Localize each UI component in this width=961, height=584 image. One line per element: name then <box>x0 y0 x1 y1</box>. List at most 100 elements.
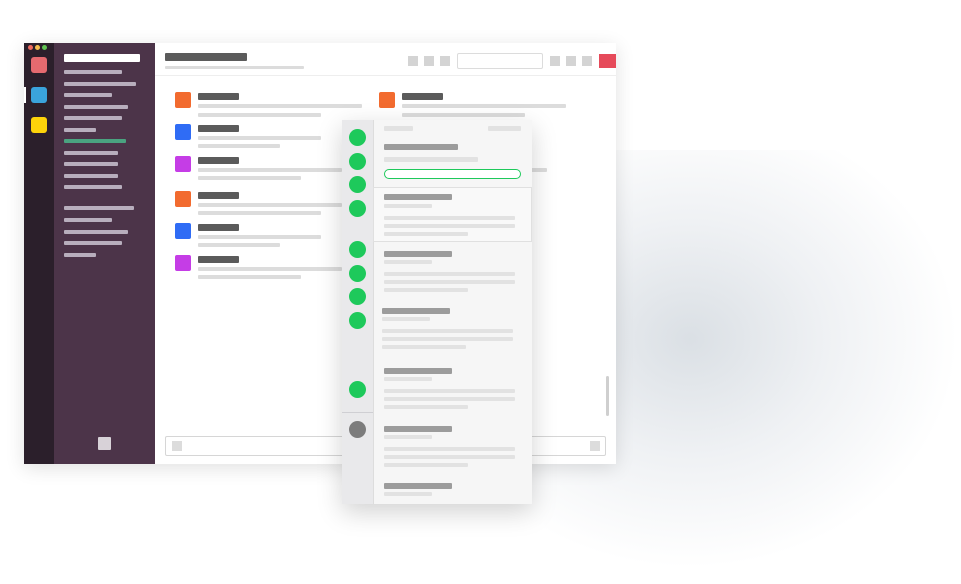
user-name[interactable] <box>384 194 452 200</box>
sidebar-item[interactable] <box>64 105 128 109</box>
minimize-window-dot[interactable] <box>35 45 40 50</box>
message-text <box>198 176 301 180</box>
team-blue[interactable] <box>31 87 47 103</box>
user-name[interactable] <box>384 483 452 489</box>
message-text <box>198 211 321 215</box>
avatar[interactable] <box>175 92 191 108</box>
online-status-icon[interactable] <box>349 265 366 282</box>
emoji-icon[interactable] <box>590 441 600 451</box>
sidebar-item[interactable] <box>64 206 134 210</box>
more-icon[interactable] <box>582 56 592 66</box>
user-detail <box>384 232 468 236</box>
user-name[interactable] <box>384 144 458 150</box>
user-detail <box>384 492 432 496</box>
sidebar-item[interactable] <box>64 151 118 155</box>
message-author[interactable] <box>198 192 239 199</box>
message-author[interactable] <box>198 125 239 132</box>
online-status-icon[interactable] <box>349 241 366 258</box>
sidebar-item[interactable] <box>64 218 112 222</box>
workspace-name[interactable] <box>64 54 140 62</box>
user-detail <box>384 272 515 276</box>
avatar[interactable] <box>175 223 191 239</box>
message-text <box>198 104 362 108</box>
online-status-icon[interactable] <box>349 200 366 217</box>
user-detail <box>384 447 515 451</box>
message-text <box>198 136 321 140</box>
zoom-window-dot[interactable] <box>42 45 47 50</box>
message-text <box>198 168 342 172</box>
online-status-icon[interactable] <box>349 312 366 329</box>
avatar[interactable] <box>175 124 191 140</box>
sidebar-item[interactable] <box>64 116 122 120</box>
user-name[interactable] <box>384 368 452 374</box>
info-icon[interactable] <box>424 56 434 66</box>
mentions-icon[interactable] <box>550 56 560 66</box>
user-detail <box>384 435 432 439</box>
online-status-icon[interactable] <box>349 153 366 170</box>
channel-topic <box>165 66 304 69</box>
status-pill[interactable] <box>384 169 521 179</box>
sidebar-item[interactable] <box>64 185 122 189</box>
message-author[interactable] <box>198 256 239 263</box>
avatar[interactable] <box>175 255 191 271</box>
scrollbar-thumb[interactable] <box>606 376 609 416</box>
sidebar-item[interactable] <box>64 230 128 234</box>
online-status-icon[interactable] <box>349 176 366 193</box>
user-detail <box>382 337 513 341</box>
message-author[interactable] <box>198 157 239 164</box>
user-detail <box>384 260 432 264</box>
team-red[interactable] <box>31 57 47 73</box>
channel-title <box>165 53 247 61</box>
user-detail <box>384 405 468 409</box>
sidebar-item[interactable] <box>64 82 136 86</box>
sidebar-item[interactable] <box>64 128 96 132</box>
sidebar-item[interactable] <box>64 93 112 97</box>
message-text <box>402 104 566 108</box>
team-yellow[interactable] <box>31 117 47 133</box>
presence-rail <box>342 120 374 504</box>
channel-sidebar <box>54 43 155 464</box>
sidebar-item[interactable] <box>64 162 118 166</box>
user-detail <box>384 224 515 228</box>
avatar[interactable] <box>379 92 395 108</box>
user-detail <box>384 455 515 459</box>
message-author[interactable] <box>198 93 239 100</box>
close-icon[interactable] <box>599 54 616 68</box>
panel-header-action[interactable] <box>488 126 521 131</box>
avatar[interactable] <box>175 156 191 172</box>
message-author[interactable] <box>402 93 443 100</box>
sidebar-item[interactable] <box>64 241 122 245</box>
search-input[interactable] <box>457 53 543 69</box>
active-team-indicator <box>24 87 26 103</box>
online-status-icon[interactable] <box>349 381 366 398</box>
online-status-icon[interactable] <box>349 129 366 146</box>
user-name[interactable] <box>384 426 452 432</box>
message-text <box>198 275 301 279</box>
sidebar-item-active[interactable] <box>64 139 126 143</box>
message-author[interactable] <box>198 224 239 231</box>
avatar[interactable] <box>175 191 191 207</box>
settings-icon[interactable] <box>440 56 450 66</box>
sidebar-item[interactable] <box>64 174 118 178</box>
sidebar-item[interactable] <box>64 253 96 257</box>
user-detail <box>384 204 432 208</box>
user-name[interactable] <box>382 308 450 314</box>
user-detail <box>384 397 515 401</box>
header-divider <box>155 75 616 76</box>
user-detail <box>384 157 478 162</box>
sidebar-menu-button[interactable] <box>98 437 111 450</box>
message-text <box>198 113 321 117</box>
call-icon[interactable] <box>408 56 418 66</box>
attach-icon[interactable] <box>172 441 182 451</box>
sidebar-item[interactable] <box>64 70 122 74</box>
close-window-dot[interactable] <box>28 45 33 50</box>
message-text <box>198 243 280 247</box>
message-text <box>198 267 342 271</box>
message-text <box>198 144 280 148</box>
user-name[interactable] <box>384 251 452 257</box>
online-status-icon[interactable] <box>349 288 366 305</box>
offline-status-icon[interactable] <box>349 421 366 438</box>
star-icon[interactable] <box>566 56 576 66</box>
panel-header-label <box>384 126 413 131</box>
user-detail <box>384 216 515 220</box>
